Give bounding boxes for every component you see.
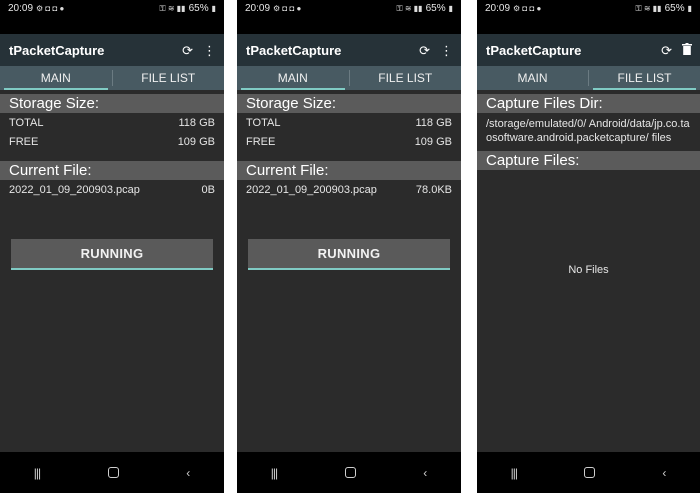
app-bar: tPacketCapture ⟳ bbox=[477, 34, 700, 66]
current-file-name: 2022_01_09_200903.pcap bbox=[246, 183, 377, 196]
total-label: TOTAL bbox=[246, 116, 281, 129]
battery-level: 65% bbox=[425, 3, 446, 14]
back-nav-icon[interactable]: ‹ bbox=[186, 466, 190, 480]
capture-dir-header: Capture Files Dir: bbox=[477, 94, 700, 113]
status-bar: 20:09 ⚙ ◘ ◘ ● ⚿ ≋ ▮▮ 65% ▮ bbox=[0, 0, 224, 34]
battery-icon: ▮ bbox=[448, 4, 453, 13]
recents-nav-icon[interactable]: ||| bbox=[34, 466, 41, 480]
app-title: tPacketCapture bbox=[486, 42, 582, 58]
status-time: 20:09 bbox=[8, 3, 34, 14]
back-nav-icon[interactable]: ‹ bbox=[423, 466, 427, 480]
home-nav-icon[interactable] bbox=[584, 467, 596, 478]
tab-file-list[interactable]: FILE LIST bbox=[589, 66, 700, 90]
home-nav-icon[interactable] bbox=[107, 467, 119, 478]
storage-size-header: Storage Size: bbox=[237, 94, 461, 113]
tab-main[interactable]: MAIN bbox=[477, 66, 588, 90]
free-value: 109 GB bbox=[177, 135, 215, 148]
current-file-name: 2022_01_09_200903.pcap bbox=[9, 183, 140, 196]
storage-total-row: TOTAL 118 GB bbox=[0, 113, 224, 132]
more-vert-icon[interactable]: ⋮ bbox=[203, 44, 216, 57]
system-nav-bar: ||| ‹ bbox=[237, 452, 461, 493]
back-nav-icon[interactable]: ‹ bbox=[662, 466, 666, 480]
refresh-icon[interactable]: ⟳ bbox=[182, 44, 193, 57]
app-title: tPacketCapture bbox=[246, 42, 342, 58]
current-file-size: 0B bbox=[201, 183, 215, 196]
app-title: tPacketCapture bbox=[9, 42, 105, 58]
app-bar: tPacketCapture ⟳ ⋮ bbox=[237, 34, 461, 66]
status-bar: 20:09 ⚙ ◘ ◘ ● ⚿ ≋ ▮▮ 65% ▮ bbox=[237, 0, 461, 34]
signal-icons: ⚿ ≋ ▮▮ bbox=[635, 3, 662, 13]
running-button[interactable]: RUNNING bbox=[11, 239, 213, 270]
system-nav-bar: ||| ‹ bbox=[0, 452, 224, 493]
free-label: FREE bbox=[9, 135, 39, 148]
signal-icons: ⚿ ≋ ▮▮ bbox=[396, 3, 423, 13]
storage-total-row: TOTAL 118 GB bbox=[237, 113, 461, 132]
notification-icons: ⚙ ◘ ◘ ● bbox=[513, 4, 542, 13]
recents-nav-icon[interactable]: ||| bbox=[511, 466, 518, 480]
notification-icons: ⚙ ◘ ◘ ● bbox=[36, 4, 65, 13]
current-file-header: Current File: bbox=[0, 161, 224, 180]
current-file-header: Current File: bbox=[237, 161, 461, 180]
status-time: 20:09 bbox=[485, 3, 511, 14]
home-nav-icon[interactable] bbox=[344, 467, 356, 478]
total-value: 118 GB bbox=[178, 116, 216, 129]
tab-main[interactable]: MAIN bbox=[0, 66, 112, 90]
status-bar: 20:09 ⚙ ◘ ◘ ● ⚿ ≋ ▮▮ 65% ▮ bbox=[477, 0, 700, 34]
app-bar: tPacketCapture ⟳ ⋮ bbox=[0, 34, 224, 66]
notification-icons: ⚙ ◘ ◘ ● bbox=[273, 4, 302, 13]
battery-icon: ▮ bbox=[687, 4, 692, 13]
tab-file-list[interactable]: FILE LIST bbox=[350, 66, 462, 90]
status-time: 20:09 bbox=[245, 3, 271, 14]
signal-icons: ⚿ ≋ ▮▮ bbox=[159, 3, 186, 13]
running-button[interactable]: RUNNING bbox=[248, 239, 450, 270]
storage-free-row: FREE 109 GB bbox=[0, 132, 224, 151]
storage-size-header: Storage Size: bbox=[0, 94, 224, 113]
delete-icon[interactable] bbox=[682, 43, 692, 57]
free-value: 109 GB bbox=[414, 135, 452, 148]
phone-screen-file-list: 20:09 ⚙ ◘ ◘ ● ⚿ ≋ ▮▮ 65% ▮ tPacketCaptur… bbox=[477, 0, 700, 493]
battery-level: 65% bbox=[664, 3, 685, 14]
recents-nav-icon[interactable]: ||| bbox=[271, 466, 278, 480]
no-files-text: No Files bbox=[568, 264, 609, 276]
phone-screen-main-1: 20:09 ⚙ ◘ ◘ ● ⚿ ≋ ▮▮ 65% ▮ tPacketCaptur… bbox=[0, 0, 224, 493]
system-nav-bar: ||| ‹ bbox=[477, 452, 700, 493]
tab-bar: MAIN FILE LIST bbox=[237, 66, 461, 90]
current-file-size: 78.0KB bbox=[415, 183, 452, 196]
battery-icon: ▮ bbox=[211, 4, 216, 13]
tab-bar: MAIN FILE LIST bbox=[477, 66, 700, 90]
capture-files-header: Capture Files: bbox=[477, 151, 700, 170]
current-file-row: 2022_01_09_200903.pcap 78.0KB bbox=[237, 180, 461, 199]
tab-main[interactable]: MAIN bbox=[237, 66, 349, 90]
current-file-row: 2022_01_09_200903.pcap 0B bbox=[0, 180, 224, 199]
battery-level: 65% bbox=[188, 3, 209, 14]
refresh-icon[interactable]: ⟳ bbox=[419, 44, 430, 57]
phone-screen-main-2: 20:09 ⚙ ◘ ◘ ● ⚿ ≋ ▮▮ 65% ▮ tPacketCaptur… bbox=[237, 0, 461, 493]
more-vert-icon[interactable]: ⋮ bbox=[440, 44, 453, 57]
storage-free-row: FREE 109 GB bbox=[237, 132, 461, 151]
capture-dir-path: /storage/emulated/0/ Android/data/jp.co.… bbox=[486, 118, 690, 144]
tab-bar: MAIN FILE LIST bbox=[0, 66, 224, 90]
refresh-icon[interactable]: ⟳ bbox=[661, 44, 672, 57]
tab-file-list[interactable]: FILE LIST bbox=[113, 66, 225, 90]
total-value: 118 GB bbox=[415, 116, 453, 129]
free-label: FREE bbox=[246, 135, 276, 148]
total-label: TOTAL bbox=[9, 116, 44, 129]
